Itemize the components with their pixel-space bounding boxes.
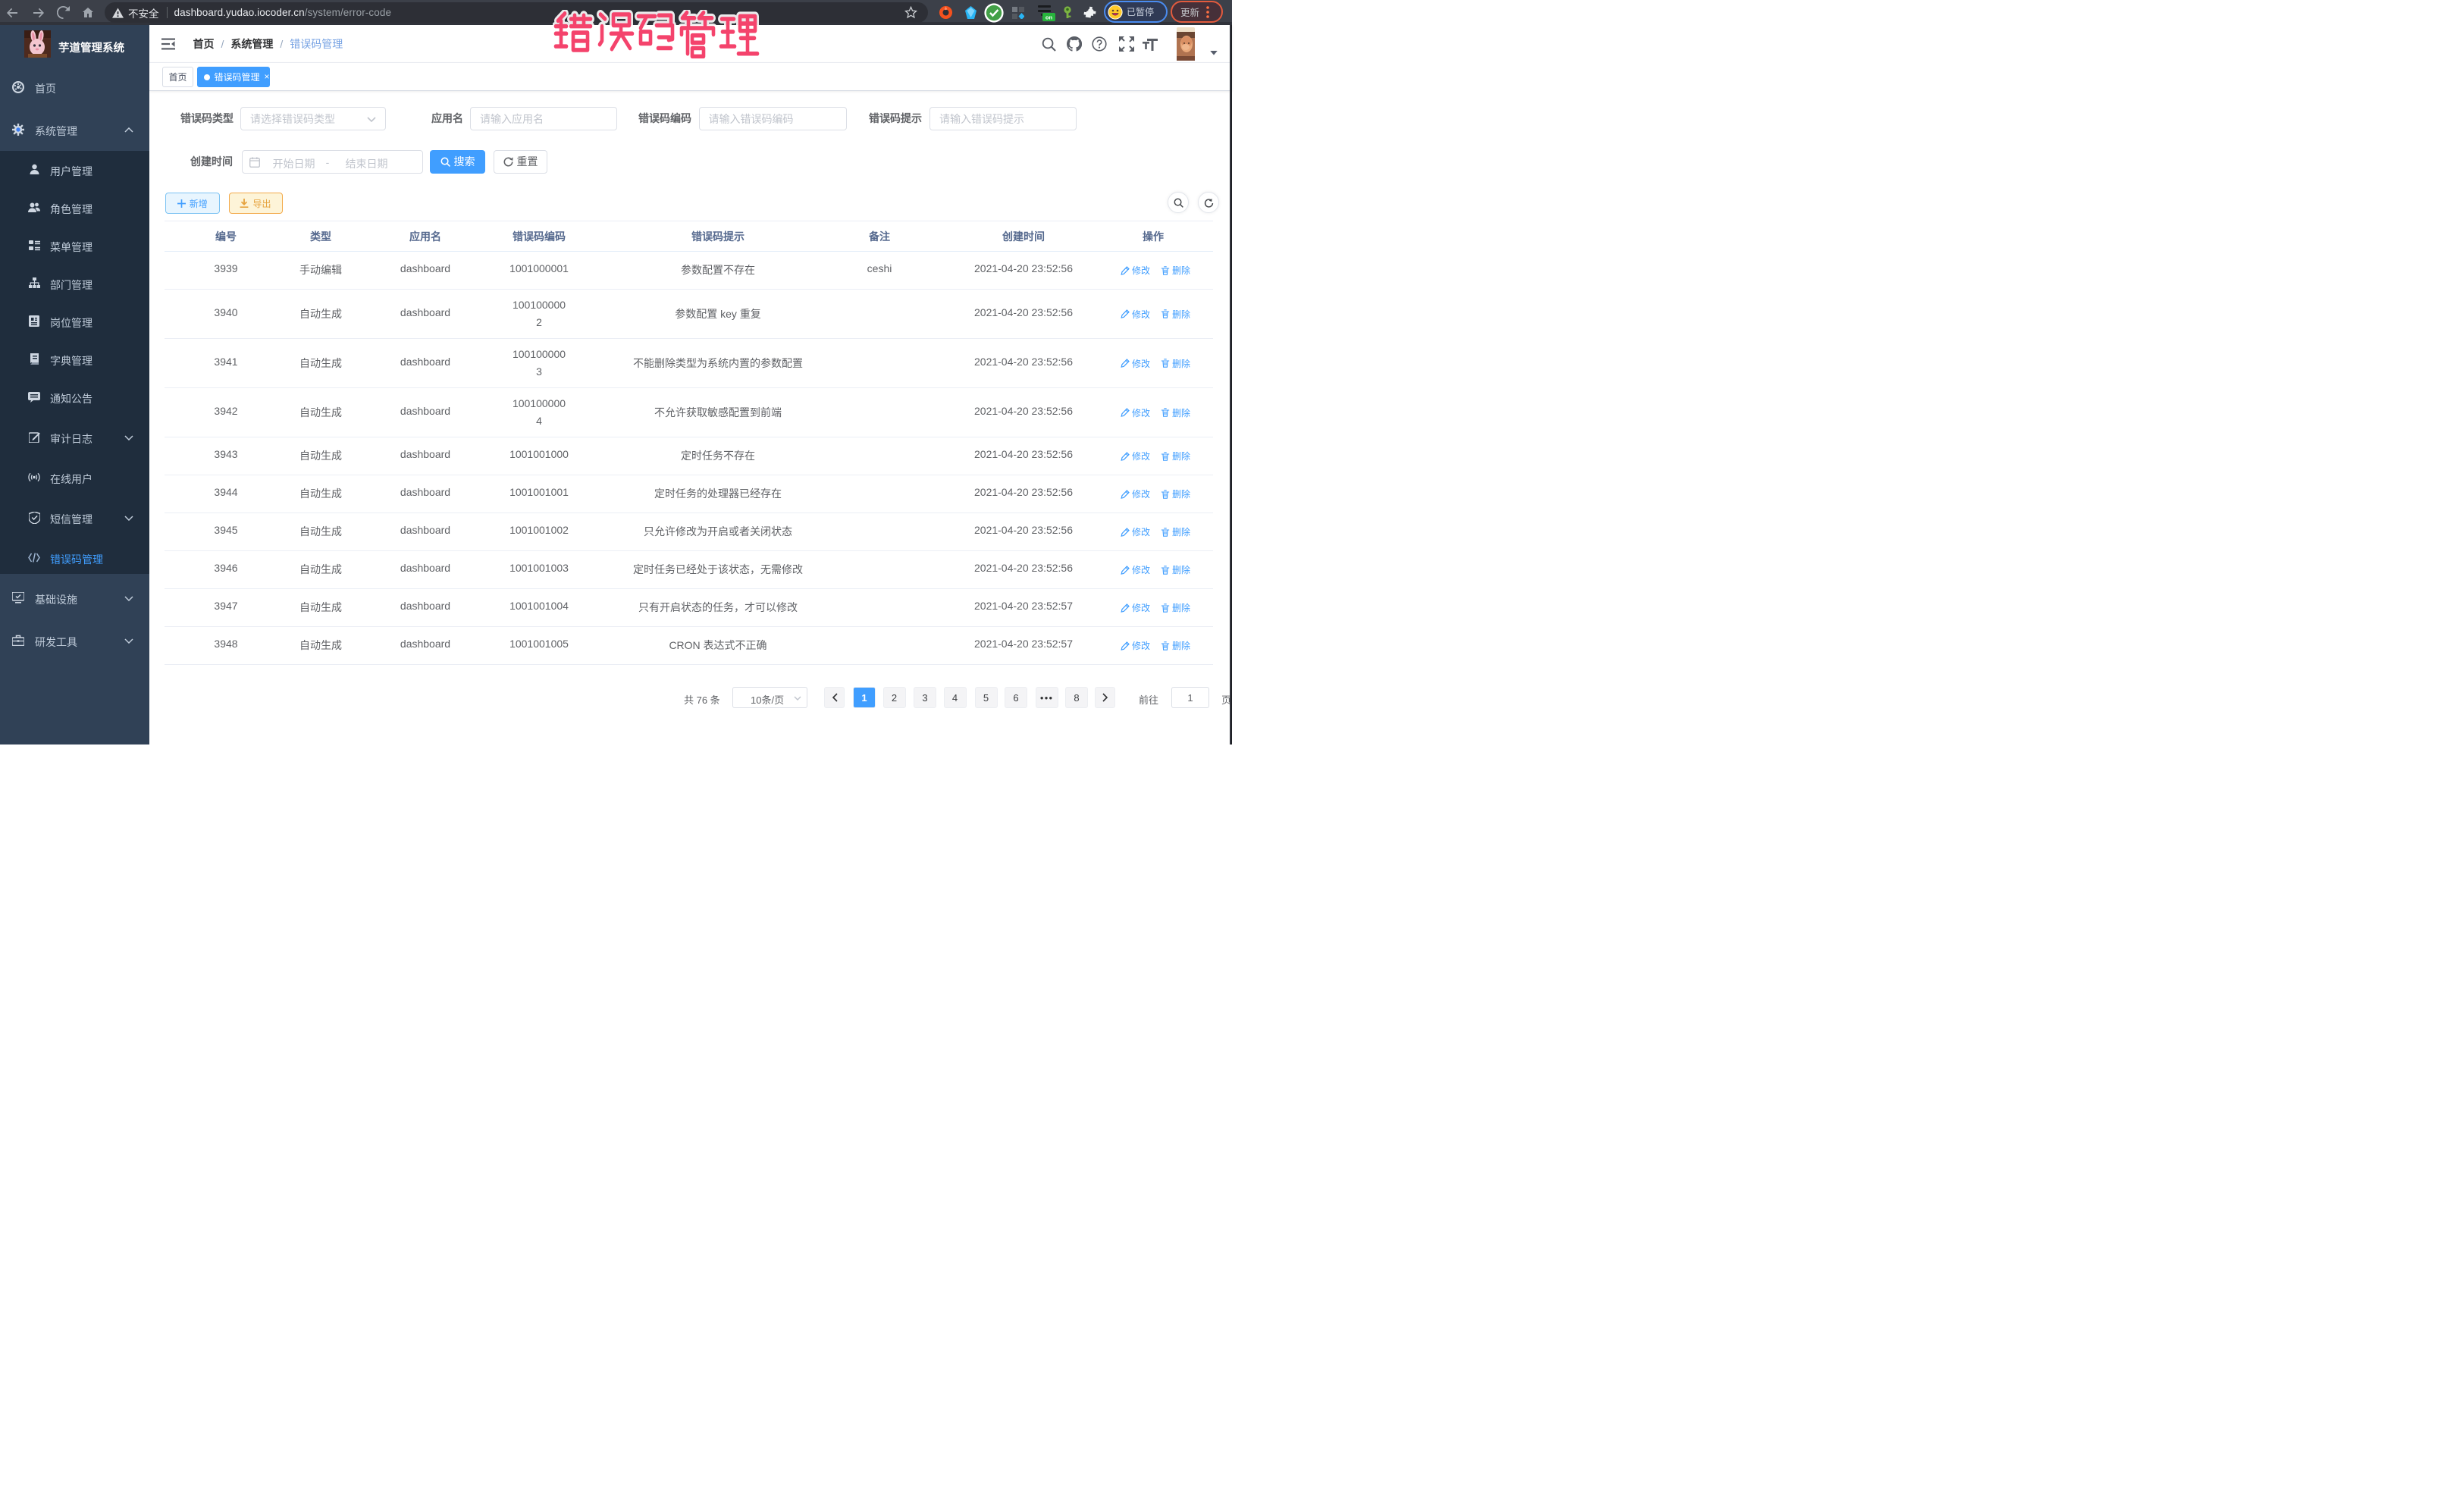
- svg-text:on: on: [1045, 14, 1052, 20]
